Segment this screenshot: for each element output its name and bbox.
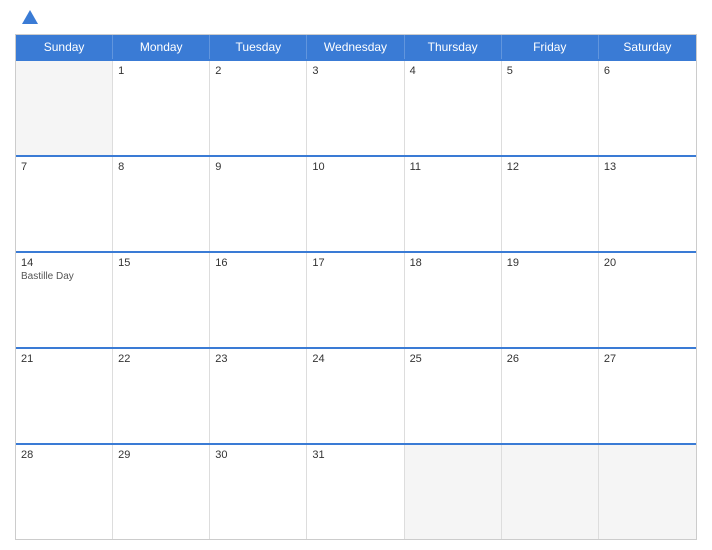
day-number: 23 (215, 353, 301, 365)
day-cell: 3 (307, 61, 404, 155)
day-number: 11 (410, 161, 496, 173)
day-cell: 12 (502, 157, 599, 251)
day-number: 15 (118, 257, 204, 269)
day-number: 30 (215, 449, 301, 461)
day-cell: 15 (113, 253, 210, 347)
day-number: 5 (507, 65, 593, 77)
day-number: 31 (312, 449, 398, 461)
day-cell: 13 (599, 157, 696, 251)
day-number: 19 (507, 257, 593, 269)
day-cell: 8 (113, 157, 210, 251)
day-number: 8 (118, 161, 204, 173)
day-number: 25 (410, 353, 496, 365)
day-number: 17 (312, 257, 398, 269)
day-number: 13 (604, 161, 691, 173)
day-cell: 16 (210, 253, 307, 347)
day-cell (502, 445, 599, 539)
day-number: 14 (21, 257, 107, 269)
day-number: 16 (215, 257, 301, 269)
day-number: 2 (215, 65, 301, 77)
day-cell: 22 (113, 349, 210, 443)
day-cell (405, 445, 502, 539)
day-number: 3 (312, 65, 398, 77)
day-cell: 25 (405, 349, 502, 443)
event-label: Bastille Day (21, 271, 107, 282)
day-header-thursday: Thursday (405, 35, 502, 59)
day-cell: 23 (210, 349, 307, 443)
week-row-3: 14 Bastille Day 15 16 17 18 19 20 (16, 251, 696, 347)
day-number: 28 (21, 449, 107, 461)
day-number: 20 (604, 257, 691, 269)
day-cell: 21 (16, 349, 113, 443)
day-header-monday: Monday (113, 35, 210, 59)
week-row-4: 21 22 23 24 25 26 27 (16, 347, 696, 443)
day-number: 24 (312, 353, 398, 365)
day-cell: 1 (113, 61, 210, 155)
day-cell: 19 (502, 253, 599, 347)
day-number: 22 (118, 353, 204, 365)
day-header-saturday: Saturday (599, 35, 696, 59)
day-number: 1 (118, 65, 204, 77)
day-cell: 26 (502, 349, 599, 443)
day-cell (599, 445, 696, 539)
logo-triangle-icon (22, 10, 38, 24)
day-number: 10 (312, 161, 398, 173)
day-cell: 30 (210, 445, 307, 539)
calendar-container: SundayMondayTuesdayWednesdayThursdayFrid… (0, 0, 712, 550)
day-cell: 5 (502, 61, 599, 155)
calendar-grid: SundayMondayTuesdayWednesdayThursdayFrid… (15, 34, 697, 540)
day-header-sunday: Sunday (16, 35, 113, 59)
day-cell: 14 Bastille Day (16, 253, 113, 347)
day-number: 9 (215, 161, 301, 173)
day-number: 26 (507, 353, 593, 365)
day-number: 12 (507, 161, 593, 173)
day-cell: 18 (405, 253, 502, 347)
day-cell: 11 (405, 157, 502, 251)
week-row-5: 28 29 30 31 (16, 443, 696, 539)
day-cell: 27 (599, 349, 696, 443)
weeks-container: 1234567891011121314Bastille Day151617181… (16, 59, 696, 539)
day-number: 7 (21, 161, 107, 173)
day-cell: 6 (599, 61, 696, 155)
day-number: 29 (118, 449, 204, 461)
calendar-header (15, 10, 697, 26)
day-cell: 29 (113, 445, 210, 539)
day-headers: SundayMondayTuesdayWednesdayThursdayFrid… (16, 35, 696, 59)
day-cell: 2 (210, 61, 307, 155)
day-cell: 9 (210, 157, 307, 251)
day-header-friday: Friday (502, 35, 599, 59)
day-number: 18 (410, 257, 496, 269)
day-cell: 24 (307, 349, 404, 443)
week-row-2: 789 10 11 12 13 (16, 155, 696, 251)
day-cell (16, 61, 113, 155)
day-number: 27 (604, 353, 691, 365)
day-header-tuesday: Tuesday (210, 35, 307, 59)
day-cell: 20 (599, 253, 696, 347)
logo (20, 10, 38, 26)
day-cell: 4 (405, 61, 502, 155)
day-cell: 17 (307, 253, 404, 347)
week-row-1: 123456 (16, 59, 696, 155)
day-cell: 31 (307, 445, 404, 539)
day-number: 21 (21, 353, 107, 365)
day-number: 6 (604, 65, 691, 77)
day-cell: 7 (16, 157, 113, 251)
day-header-wednesday: Wednesday (307, 35, 404, 59)
day-number: 4 (410, 65, 496, 77)
day-cell: 10 (307, 157, 404, 251)
day-cell: 28 (16, 445, 113, 539)
